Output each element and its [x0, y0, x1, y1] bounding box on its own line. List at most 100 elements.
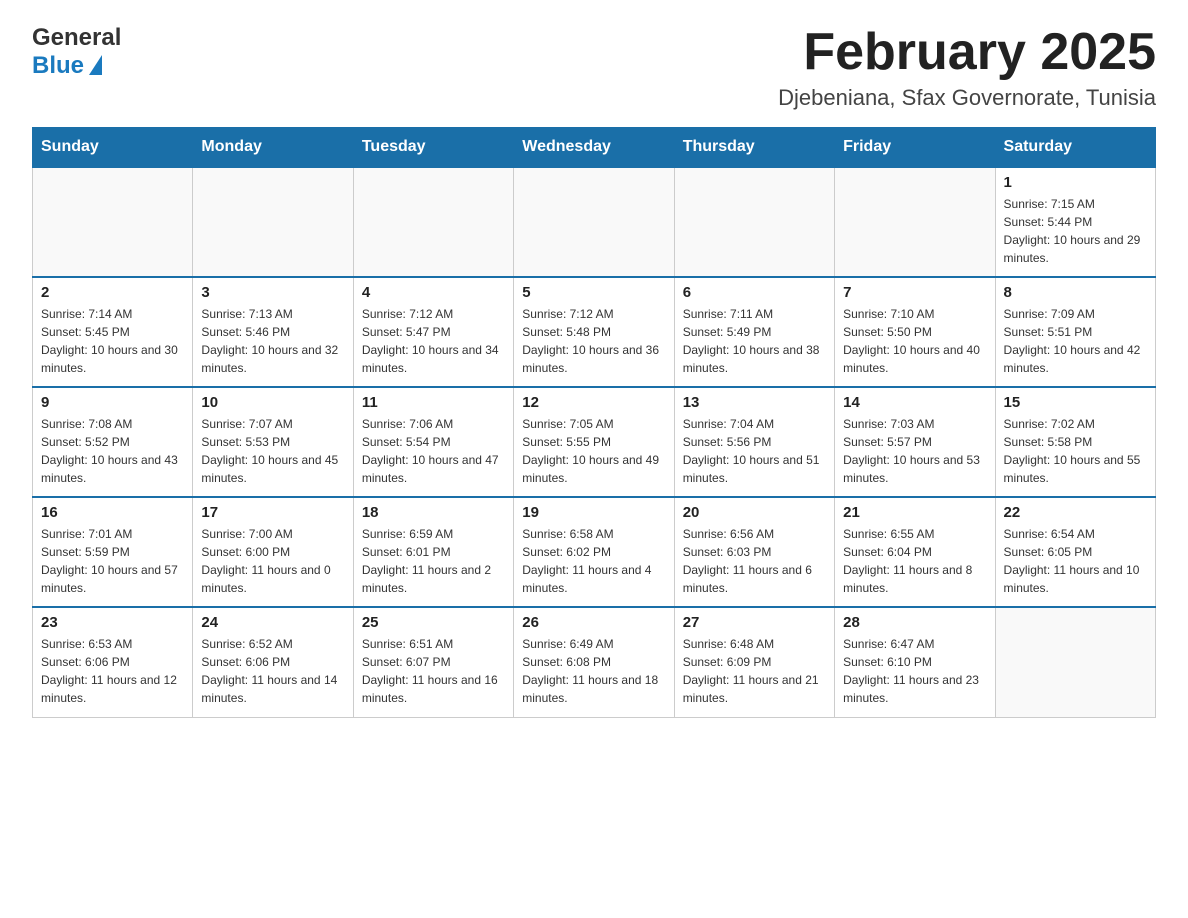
day-number: 7	[843, 284, 986, 301]
day-info: Sunrise: 6:59 AMSunset: 6:01 PMDaylight:…	[362, 525, 505, 597]
day-number: 24	[201, 614, 344, 631]
day-number: 14	[843, 394, 986, 411]
logo-blue: Blue	[32, 52, 84, 80]
day-number: 19	[522, 504, 665, 521]
day-number: 23	[41, 614, 184, 631]
calendar-week-row: 2 Sunrise: 7:14 AMSunset: 5:45 PMDaylight…	[33, 277, 1156, 387]
calendar-cell	[835, 167, 995, 277]
calendar-cell: 19 Sunrise: 6:58 AMSunset: 6:02 PMDayligh…	[514, 497, 674, 607]
day-number: 15	[1004, 394, 1147, 411]
calendar-cell: 18Sunrise: 6:59 AMSunset: 6:01 PMDayligh…	[353, 497, 513, 607]
day-number: 6	[683, 284, 826, 301]
day-info: Sunrise: 7:09 AMSunset: 5:51 PMDaylight:…	[1004, 305, 1147, 377]
calendar-cell: 3Sunrise: 7:13 AMSunset: 5:46 PMDaylight…	[193, 277, 353, 387]
day-info: Sunrise: 6:51 AMSunset: 6:07 PMDaylight:…	[362, 635, 505, 707]
day-info: Sunrise: 7:05 AMSunset: 5:55 PMDaylight:…	[522, 415, 665, 487]
calendar-cell: 4 Sunrise: 7:12 AMSunset: 5:47 PMDaylight…	[353, 277, 513, 387]
calendar-cell	[193, 167, 353, 277]
day-info: Sunrise: 7:15 AMSunset: 5:44 PMDaylight:…	[1004, 195, 1147, 267]
day-number: 3	[201, 284, 344, 301]
day-info: Sunrise: 6:54 AMSunset: 6:05 PMDaylight:…	[1004, 525, 1147, 597]
day-info: Sunrise: 7:07 AMSunset: 5:53 PMDaylight:…	[201, 415, 344, 487]
calendar-day-header: Sunday	[33, 128, 193, 168]
calendar-cell: 26 Sunrise: 6:49 AMSunset: 6:08 PMDayligh…	[514, 607, 674, 717]
calendar-day-header: Friday	[835, 128, 995, 168]
calendar-cell: 13 Sunrise: 7:04 AMSunset: 5:56 PMDayligh…	[674, 387, 834, 497]
day-info: Sunrise: 6:55 AMSunset: 6:04 PMDaylight:…	[843, 525, 986, 597]
day-number: 4	[362, 284, 505, 301]
day-info: Sunrise: 6:58 AMSunset: 6:02 PMDaylight:…	[522, 525, 665, 597]
day-number: 10	[201, 394, 344, 411]
day-info: Sunrise: 6:47 AMSunset: 6:10 PMDaylight:…	[843, 635, 986, 707]
calendar-cell	[33, 167, 193, 277]
day-number: 5	[522, 284, 665, 301]
day-info: Sunrise: 7:14 AMSunset: 5:45 PMDaylight:…	[41, 305, 184, 377]
calendar-table: SundayMondayTuesdayWednesdayThursdayFrid…	[32, 127, 1156, 718]
calendar-cell: 8 Sunrise: 7:09 AMSunset: 5:51 PMDaylight…	[995, 277, 1155, 387]
calendar-day-header: Thursday	[674, 128, 834, 168]
day-info: Sunrise: 6:53 AMSunset: 6:06 PMDaylight:…	[41, 635, 184, 707]
day-number: 20	[683, 504, 826, 521]
day-info: Sunrise: 6:48 AMSunset: 6:09 PMDaylight:…	[683, 635, 826, 707]
calendar-week-row: 1 Sunrise: 7:15 AMSunset: 5:44 PMDaylight…	[33, 167, 1156, 277]
calendar-cell: 21Sunrise: 6:55 AMSunset: 6:04 PMDayligh…	[835, 497, 995, 607]
calendar-cell: 27 Sunrise: 6:48 AMSunset: 6:09 PMDayligh…	[674, 607, 834, 717]
day-info: Sunrise: 7:01 AMSunset: 5:59 PMDaylight:…	[41, 525, 184, 597]
day-info: Sunrise: 7:10 AMSunset: 5:50 PMDaylight:…	[843, 305, 986, 377]
logo-arrow-icon	[89, 55, 102, 75]
day-info: Sunrise: 7:06 AMSunset: 5:54 PMDaylight:…	[362, 415, 505, 487]
day-number: 27	[683, 614, 826, 631]
logo: General Blue	[32, 24, 121, 79]
calendar-cell: 7 Sunrise: 7:10 AMSunset: 5:50 PMDaylight…	[835, 277, 995, 387]
calendar-cell	[995, 607, 1155, 717]
day-number: 12	[522, 394, 665, 411]
calendar-day-header: Monday	[193, 128, 353, 168]
calendar-day-header: Saturday	[995, 128, 1155, 168]
page-header: General Blue February 2025 Djebeniana, S…	[32, 24, 1156, 111]
day-info: Sunrise: 6:49 AMSunset: 6:08 PMDaylight:…	[522, 635, 665, 707]
calendar-cell: 1 Sunrise: 7:15 AMSunset: 5:44 PMDaylight…	[995, 167, 1155, 277]
day-number: 8	[1004, 284, 1147, 301]
day-number: 2	[41, 284, 184, 301]
calendar-day-header: Wednesday	[514, 128, 674, 168]
calendar-cell: 28Sunrise: 6:47 AMSunset: 6:10 PMDayligh…	[835, 607, 995, 717]
day-info: Sunrise: 7:04 AMSunset: 5:56 PMDaylight:…	[683, 415, 826, 487]
calendar-cell: 12 Sunrise: 7:05 AMSunset: 5:55 PMDayligh…	[514, 387, 674, 497]
day-number: 13	[683, 394, 826, 411]
calendar-week-row: 23 Sunrise: 6:53 AMSunset: 6:06 PMDayligh…	[33, 607, 1156, 717]
day-number: 9	[41, 394, 184, 411]
page-subtitle: Djebeniana, Sfax Governorate, Tunisia	[778, 85, 1156, 111]
calendar-cell	[514, 167, 674, 277]
day-info: Sunrise: 7:12 AMSunset: 5:47 PMDaylight:…	[362, 305, 505, 377]
calendar-cell: 25 Sunrise: 6:51 AMSunset: 6:07 PMDayligh…	[353, 607, 513, 717]
day-info: Sunrise: 7:03 AMSunset: 5:57 PMDaylight:…	[843, 415, 986, 487]
calendar-week-row: 9 Sunrise: 7:08 AMSunset: 5:52 PMDaylight…	[33, 387, 1156, 497]
calendar-cell: 15 Sunrise: 7:02 AMSunset: 5:58 PMDayligh…	[995, 387, 1155, 497]
day-info: Sunrise: 7:12 AMSunset: 5:48 PMDaylight:…	[522, 305, 665, 377]
day-info: Sunrise: 7:02 AMSunset: 5:58 PMDaylight:…	[1004, 415, 1147, 487]
title-block: February 2025 Djebeniana, Sfax Governora…	[778, 24, 1156, 111]
calendar-cell: 6 Sunrise: 7:11 AMSunset: 5:49 PMDaylight…	[674, 277, 834, 387]
calendar-cell: 20 Sunrise: 6:56 AMSunset: 6:03 PMDayligh…	[674, 497, 834, 607]
calendar-cell: 9 Sunrise: 7:08 AMSunset: 5:52 PMDaylight…	[33, 387, 193, 497]
day-info: Sunrise: 7:00 AMSunset: 6:00 PMDaylight:…	[201, 525, 344, 597]
day-number: 1	[1004, 174, 1147, 191]
calendar-week-row: 16Sunrise: 7:01 AMSunset: 5:59 PMDayligh…	[33, 497, 1156, 607]
day-number: 22	[1004, 504, 1147, 521]
calendar-cell: 17Sunrise: 7:00 AMSunset: 6:00 PMDayligh…	[193, 497, 353, 607]
calendar-cell: 5 Sunrise: 7:12 AMSunset: 5:48 PMDaylight…	[514, 277, 674, 387]
day-number: 26	[522, 614, 665, 631]
day-info: Sunrise: 7:08 AMSunset: 5:52 PMDaylight:…	[41, 415, 184, 487]
calendar-cell: 24 Sunrise: 6:52 AMSunset: 6:06 PMDayligh…	[193, 607, 353, 717]
day-number: 11	[362, 394, 505, 411]
calendar-header-row: SundayMondayTuesdayWednesdayThursdayFrid…	[33, 128, 1156, 168]
calendar-cell: 14 Sunrise: 7:03 AMSunset: 5:57 PMDayligh…	[835, 387, 995, 497]
calendar-cell: 10 Sunrise: 7:07 AMSunset: 5:53 PMDayligh…	[193, 387, 353, 497]
calendar-cell: 2 Sunrise: 7:14 AMSunset: 5:45 PMDaylight…	[33, 277, 193, 387]
day-info: Sunrise: 6:52 AMSunset: 6:06 PMDaylight:…	[201, 635, 344, 707]
day-number: 25	[362, 614, 505, 631]
calendar-cell: 16Sunrise: 7:01 AMSunset: 5:59 PMDayligh…	[33, 497, 193, 607]
day-info: Sunrise: 6:56 AMSunset: 6:03 PMDaylight:…	[683, 525, 826, 597]
calendar-day-header: Tuesday	[353, 128, 513, 168]
day-info: Sunrise: 7:11 AMSunset: 5:49 PMDaylight:…	[683, 305, 826, 377]
